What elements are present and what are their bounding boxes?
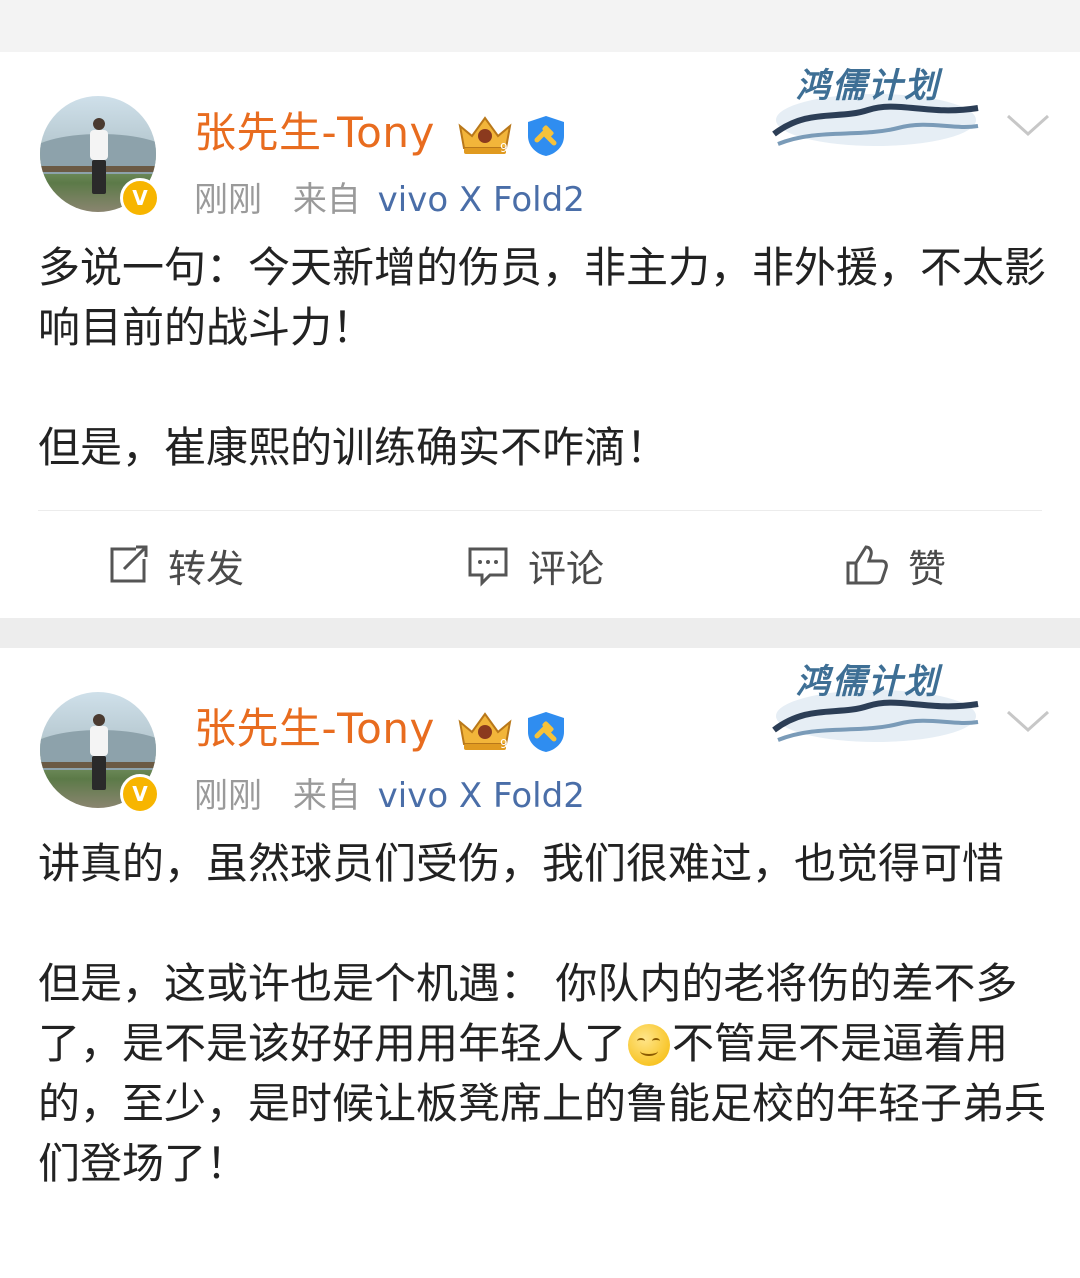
post-paragraph: 但是，这或许也是个机遇： 你队内的老将伤的差不多了，是不是该好好用用年轻人了 不管…: [38, 954, 1048, 1194]
v-verified-badge-icon: V: [120, 774, 160, 814]
post-paragraph: 讲真的，虽然球员们受伤，我们很难过，也觉得可惜: [38, 839, 1005, 888]
svg-text:9: 9: [500, 737, 508, 751]
banner-title: 鸿儒计划: [796, 662, 940, 702]
banner-badge[interactable]: 鸿儒计划: [768, 654, 984, 750]
author-name[interactable]: 张先生-Tony: [194, 700, 435, 758]
banner-title: 鸿儒计划: [796, 66, 940, 106]
svg-text:9: 9: [500, 141, 508, 155]
like-button[interactable]: 赞: [844, 530, 946, 600]
repost-button[interactable]: 转发: [106, 530, 244, 600]
post-time: 刚刚: [194, 776, 262, 816]
comment-button[interactable]: 评论: [466, 530, 604, 600]
crown-level-icon: 9: [458, 116, 512, 155]
post-meta: 刚刚 来自 vivo X Fold2: [194, 772, 585, 820]
chevron-down-icon[interactable]: [1004, 110, 1052, 140]
post-content: 讲真的，虽然球员们受伤，我们很难过，也觉得可惜 但是，这或许也是个机遇： 你队内…: [38, 834, 1048, 1194]
verified-shield-icon: [528, 712, 564, 752]
verified-shield-icon: [528, 116, 564, 156]
source-device[interactable]: vivo X Fold2: [378, 180, 585, 220]
source-prefix: 来自: [292, 180, 361, 220]
banner-badge[interactable]: 鸿儒计划: [768, 58, 984, 154]
smile-emoji-icon: [628, 1024, 671, 1066]
source-prefix: 来自: [292, 776, 361, 816]
source-device[interactable]: vivo X Fold2: [378, 776, 585, 816]
post-card: V 张先生-Tony 9 刚刚 来自 vivo X Fold2 鸿儒计划 多说一…: [0, 52, 1080, 618]
comment-label: 评论: [528, 546, 605, 591]
post-paragraph: 多说一句：今天新增的伤员，非主力，非外援，不太影响目前的战斗力！: [38, 243, 1047, 352]
like-label: 赞: [908, 546, 947, 591]
repost-icon: [110, 545, 148, 583]
chevron-down-icon[interactable]: [1004, 706, 1052, 736]
post-time: 刚刚: [194, 180, 262, 220]
crown-level-icon: 9: [458, 712, 512, 751]
post-content: 多说一句：今天新增的伤员，非主力，非外援，不太影响目前的战斗力！ 但是，崔康熙的…: [38, 238, 1048, 478]
comment-icon: [468, 547, 508, 587]
post-card: V 张先生-Tony 9 刚刚 来自 vivo X Fold2 鸿儒计划 讲真的…: [0, 648, 1080, 1278]
post-actions: 转发 评论 赞: [0, 530, 1080, 600]
post-paragraph: 但是，崔康熙的训练确实不咋滴！: [38, 423, 669, 472]
repost-label: 转发: [168, 546, 245, 591]
author-name[interactable]: 张先生-Tony: [194, 104, 435, 162]
post-meta: 刚刚 来自 vivo X Fold2: [194, 176, 585, 224]
v-verified-badge-icon: V: [120, 178, 160, 218]
divider: [38, 510, 1042, 511]
thumbs-up-icon: [846, 545, 888, 585]
